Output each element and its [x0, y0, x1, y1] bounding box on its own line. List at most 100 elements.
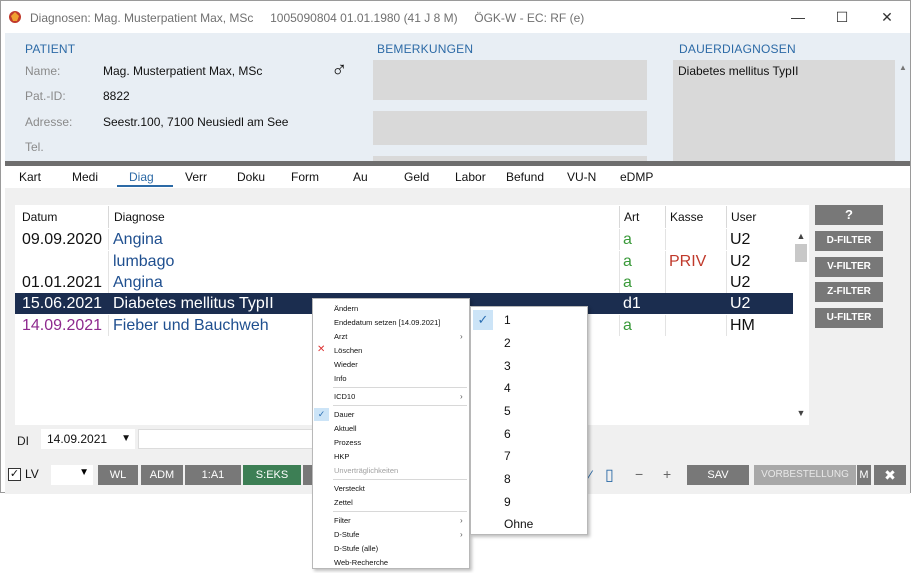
menu-item-zettel[interactable]: Zettel — [334, 498, 353, 507]
cell-diagnose: Fieber und Bauchweh — [113, 317, 269, 334]
edit-icon[interactable]: ⁄ — [589, 467, 591, 483]
chevron-down-icon[interactable]: ▼ — [79, 467, 89, 478]
submenu-arrow-icon: › — [460, 516, 463, 525]
lv-checkbox[interactable]: ✓ — [8, 468, 21, 481]
table-row[interactable]: 09.09.2020 Angina a U2 — [15, 229, 793, 250]
cell-kasse: PRIV — [669, 253, 707, 270]
vorbestellung-button[interactable]: VORBESTELLUNG — [754, 465, 856, 485]
cell-datum: 09.09.2020 — [22, 231, 103, 248]
patient-name: Mag. Musterpatient Max, MSc — [103, 64, 263, 78]
m-button[interactable]: M — [857, 465, 871, 485]
submenu-item-6[interactable]: 6 — [504, 427, 511, 441]
submenu-item-2[interactable]: 2 — [504, 336, 511, 350]
seks-button[interactable]: S:EKS — [243, 465, 301, 485]
document-icon[interactable]: ▯ — [605, 465, 614, 485]
bemerkung-field-1[interactable] — [373, 60, 647, 100]
menu-item-filter[interactable]: Filter — [334, 516, 351, 525]
sav-button[interactable]: SAV — [687, 465, 749, 485]
menu-item-d-stufe[interactable]: D-Stufe — [334, 530, 359, 539]
tab-medi[interactable]: Medi — [72, 170, 98, 184]
scroll-up-icon[interactable]: ▲ — [795, 231, 807, 241]
tab-doku[interactable]: Doku — [237, 170, 265, 184]
di-date-value: 14.09.2021 — [47, 432, 108, 446]
menu-item-info[interactable]: Info — [334, 374, 347, 383]
submenu-item-8[interactable]: 8 — [504, 472, 511, 486]
column-header-kasse[interactable]: Kasse — [670, 206, 703, 228]
menu-item-wieder[interactable]: Wieder — [334, 360, 358, 369]
tab-diag[interactable]: Diag — [129, 170, 154, 184]
scroll-down-icon[interactable]: ▼ — [795, 408, 807, 418]
tab-verr[interactable]: Verr — [185, 170, 207, 184]
bemerkung-field-2[interactable] — [373, 111, 647, 145]
wl-button[interactable]: WL — [98, 465, 138, 485]
delete-x-icon: ✕ — [317, 344, 326, 355]
tab-labor[interactable]: Labor — [455, 170, 486, 184]
menu-item-dauer[interactable]: Dauer — [334, 410, 354, 419]
menu-item-loeschen[interactable]: Löschen — [334, 346, 362, 355]
column-header-diagnose[interactable]: Diagnose — [114, 206, 165, 228]
table-row[interactable]: lumbago a PRIV U2 — [15, 251, 793, 272]
close-window-button[interactable]: ✕ — [872, 7, 902, 27]
dauerdiagnose-text: Diabetes mellitus TypII — [678, 64, 799, 78]
row-separator — [619, 229, 620, 250]
tab-vu-n[interactable]: VU-N — [567, 170, 596, 184]
menu-separator — [333, 387, 467, 388]
menu-item-web-recherche[interactable]: Web-Recherche — [334, 558, 388, 567]
tab-au[interactable]: Au — [353, 170, 368, 184]
minimize-button[interactable]: — — [783, 7, 813, 27]
menu-item-versteckt[interactable]: Versteckt — [334, 484, 365, 493]
maximize-button[interactable]: ☐ — [827, 7, 857, 27]
minus-icon[interactable]: − — [635, 466, 643, 482]
dauer-submenu: ✓ 1 2 3 4 5 6 7 8 9 Ohne — [470, 306, 588, 535]
cell-datum: 14.09.2021 — [22, 317, 103, 334]
tab-geld[interactable]: Geld — [404, 170, 429, 184]
plus-icon[interactable]: + — [663, 466, 671, 482]
menu-separator — [333, 479, 467, 480]
menu-item-aktuell[interactable]: Aktuell — [334, 424, 357, 433]
submenu-item-4[interactable]: 4 — [504, 381, 511, 395]
adm-button[interactable]: ADM — [141, 465, 183, 485]
submenu-item-7[interactable]: 7 — [504, 449, 511, 463]
di-text-field[interactable] — [138, 429, 313, 449]
column-header-datum[interactable]: Datum — [22, 206, 57, 228]
help-button[interactable]: ? — [815, 205, 883, 225]
cell-datum: 15.06.2021 — [22, 295, 103, 312]
cell-diagnose: Angina — [113, 231, 163, 248]
cell-art: a — [623, 317, 632, 334]
dauerdiagnosen-box[interactable]: Diabetes mellitus TypII — [673, 60, 895, 161]
close-button[interactable]: ✖ — [874, 465, 906, 485]
di-date-select[interactable]: 14.09.2021 ▼ — [41, 429, 135, 449]
tab-edmp[interactable]: eDMP — [620, 170, 653, 184]
scroll-thumb[interactable] — [795, 244, 807, 262]
lv-select[interactable]: ▼ — [51, 465, 93, 485]
submenu-item-1[interactable]: 1 — [504, 313, 511, 327]
tab-form[interactable]: Form — [291, 170, 319, 184]
v-filter-button[interactable]: V-FILTER — [815, 257, 883, 277]
column-header-user[interactable]: User — [731, 206, 756, 228]
row-separator — [726, 315, 727, 336]
table-scrollbar[interactable]: ▲ ▼ — [793, 228, 809, 424]
submenu-item-ohne[interactable]: Ohne — [504, 517, 533, 531]
u-filter-button[interactable]: U-FILTER — [815, 308, 883, 328]
column-header-art[interactable]: Art — [624, 206, 639, 228]
menu-item-prozess[interactable]: Prozess — [334, 438, 361, 447]
menu-item-arzt[interactable]: Arzt — [334, 332, 347, 341]
a1-button[interactable]: 1:A1 — [185, 465, 241, 485]
chevron-down-icon[interactable]: ▼ — [121, 429, 131, 449]
tab-befund[interactable]: Befund — [506, 170, 544, 184]
menu-item-d-stufe-alle[interactable]: D-Stufe (alle) — [334, 544, 378, 553]
z-filter-button[interactable]: Z-FILTER — [815, 282, 883, 302]
submenu-item-9[interactable]: 9 — [504, 495, 511, 509]
menu-item-hkp[interactable]: HKP — [334, 452, 349, 461]
d-filter-button[interactable]: D-FILTER — [815, 231, 883, 251]
tab-kart[interactable]: Kart — [19, 170, 41, 184]
scroll-up-icon[interactable]: ▲ — [899, 63, 907, 72]
menu-item-icd10[interactable]: ICD10 — [334, 392, 355, 401]
menu-item-aendern[interactable]: Ändern — [334, 304, 358, 313]
row-separator — [665, 272, 666, 293]
submenu-item-5[interactable]: 5 — [504, 404, 511, 418]
row-separator — [619, 315, 620, 336]
submenu-item-3[interactable]: 3 — [504, 359, 511, 373]
menu-item-endedatum[interactable]: Endedatum setzen [14.09.2021] — [334, 318, 440, 327]
table-row[interactable]: 01.01.2021 Angina a U2 — [15, 272, 793, 293]
